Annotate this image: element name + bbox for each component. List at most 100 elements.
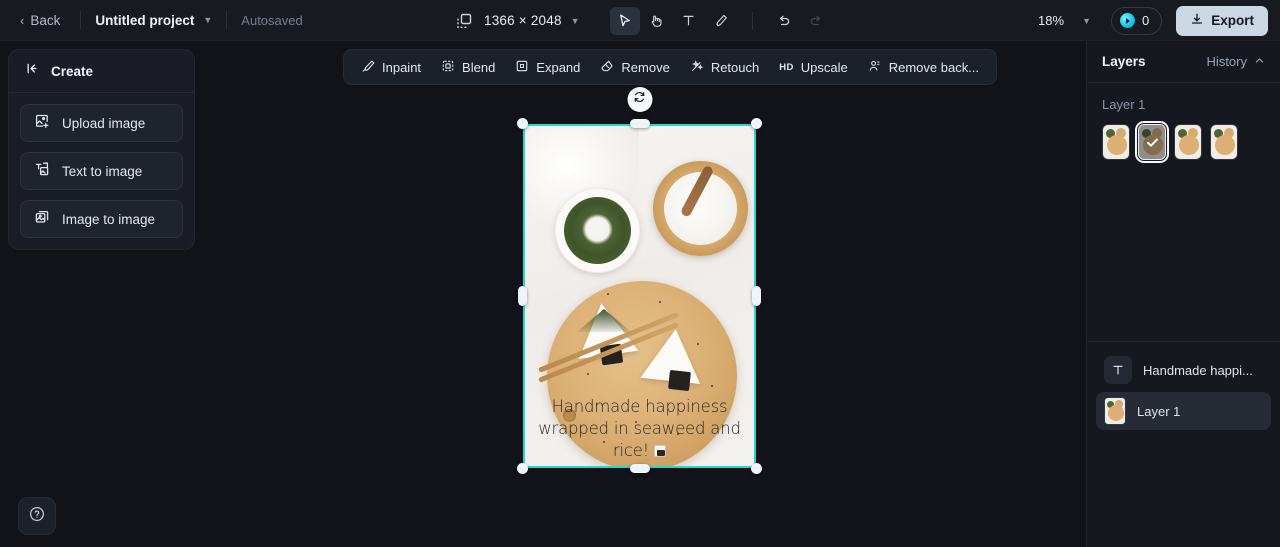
upload-image-button[interactable]: Upload image	[20, 104, 183, 142]
layer-row-image[interactable]: Layer 1	[1096, 392, 1271, 430]
selected-check-overlay	[1139, 125, 1165, 159]
artwork-nori-2	[668, 369, 691, 392]
credits-count: 0	[1142, 13, 1150, 28]
blend-icon	[441, 59, 455, 76]
expand-button[interactable]: Expand	[506, 54, 589, 81]
blend-button[interactable]: Blend	[432, 54, 504, 81]
variations-group-label: Layer 1	[1102, 97, 1146, 112]
export-button[interactable]: Export	[1176, 5, 1268, 36]
remove-label: Remove	[621, 59, 670, 75]
hand-tool[interactable]	[642, 7, 672, 35]
chevron-down-icon[interactable]: ▼	[203, 15, 212, 25]
project-name[interactable]: Untitled project	[95, 13, 194, 28]
artboard-selection[interactable]: Handmade happiness wrapped in seaweed an…	[517, 87, 762, 474]
layers-panel: Layers History Layer 1 Handmade happi...…	[1086, 41, 1280, 547]
resize-handle-top-left[interactable]	[517, 118, 528, 129]
remove-background-icon	[868, 59, 882, 76]
layers-panel-header: Layers History	[1087, 41, 1280, 83]
upscale-label: Upscale	[800, 59, 848, 75]
variation-thumb-2[interactable]	[1135, 121, 1169, 163]
export-label: Export	[1211, 13, 1254, 28]
create-panel-body: Upload image Text to image Image to imag…	[9, 93, 194, 249]
upload-image-icon	[34, 113, 50, 134]
redo-button[interactable]	[801, 7, 831, 35]
blend-label: Blend	[462, 59, 496, 75]
download-icon	[1190, 12, 1204, 29]
history-label: History	[1206, 54, 1247, 69]
layers-panel-title: Layers	[1102, 54, 1146, 69]
remove-button[interactable]: Remove	[591, 54, 678, 81]
resize-handle-bottom-right[interactable]	[751, 463, 762, 474]
back-button[interactable]: ‹ Back	[14, 9, 66, 32]
expand-label: Expand	[536, 59, 581, 75]
top-bar-left: ‹ Back Untitled project ▼ Autosaved	[0, 9, 303, 32]
top-bar: ‹ Back Untitled project ▼ Autosaved 1366…	[0, 0, 1280, 41]
resize-handle-top[interactable]	[629, 119, 650, 128]
text-tool[interactable]	[674, 7, 704, 35]
variation-thumb-1[interactable]	[1102, 124, 1130, 160]
divider-1	[80, 11, 82, 29]
brush-tool[interactable]	[706, 7, 736, 35]
chevron-left-icon: ‹	[20, 12, 25, 28]
collapse-panel-icon[interactable]	[25, 61, 40, 81]
resize-handle-right[interactable]	[752, 286, 761, 306]
hand-icon	[649, 13, 664, 28]
text-t-icon	[681, 13, 696, 28]
credits-badge[interactable]: 0	[1111, 6, 1163, 35]
credits-icon	[1120, 13, 1135, 28]
magic-wand-icon	[690, 59, 704, 76]
retouch-label: Retouch	[710, 59, 760, 75]
layer-row-text[interactable]: Handmade happi...	[1096, 351, 1271, 389]
variations-section: Layer 1	[1087, 83, 1280, 163]
variation-thumb-3[interactable]	[1174, 124, 1202, 160]
rice-ball-emoji	[654, 445, 667, 458]
zoom-level: 18%	[1038, 13, 1065, 28]
autosaved-status: Autosaved	[241, 12, 303, 28]
zoom-control[interactable]: 18% ▼	[1032, 9, 1097, 32]
canvas-dimensions[interactable]: 1366 × 2048	[484, 13, 562, 28]
inpaint-label: Inpaint	[382, 59, 422, 75]
layer-thumbnail	[1104, 397, 1126, 425]
text-to-image-button[interactable]: Text to image	[20, 152, 183, 190]
image-to-image-button[interactable]: Image to image	[20, 200, 183, 238]
artwork-rice-bowl	[653, 161, 748, 256]
upscale-button[interactable]: HD Upscale	[770, 55, 857, 80]
redo-arrow-icon	[808, 13, 824, 29]
retouch-button[interactable]: Retouch	[681, 54, 768, 81]
text-to-image-label: Text to image	[62, 163, 143, 179]
rotate-handle[interactable]	[627, 87, 652, 112]
artwork-furikake-contents	[564, 197, 631, 264]
question-mark-icon	[28, 505, 46, 528]
brush-icon	[713, 13, 728, 28]
text-t-icon	[1104, 356, 1132, 384]
variation-thumbnails	[1102, 121, 1265, 163]
divider-2	[226, 11, 228, 29]
help-button[interactable]	[18, 497, 56, 535]
resize-handle-bottom-left[interactable]	[517, 463, 528, 474]
create-panel-title: Create	[51, 63, 94, 79]
inpaint-button[interactable]: Inpaint	[352, 54, 430, 81]
select-tool[interactable]	[609, 6, 640, 35]
resize-handle-left[interactable]	[518, 286, 527, 306]
create-panel: Create Upload image Text to image Image …	[8, 49, 195, 250]
resize-handle-bottom[interactable]	[629, 464, 650, 473]
variation-thumb-4[interactable]	[1210, 124, 1238, 160]
remove-background-label: Remove back...	[888, 59, 980, 75]
cursor-arrow-icon	[617, 13, 632, 28]
layer-list: Handmade happi... Layer 1	[1087, 351, 1280, 433]
hd-icon: HD	[779, 61, 794, 73]
create-panel-header: Create	[9, 50, 194, 93]
artboard[interactable]: Handmade happiness wrapped in seaweed an…	[523, 124, 756, 468]
inpaint-brush-icon	[361, 59, 375, 76]
text-to-image-icon	[34, 161, 50, 182]
remove-background-button[interactable]: Remove back...	[859, 54, 988, 81]
image-to-image-label: Image to image	[62, 211, 156, 227]
eraser-icon	[600, 59, 614, 76]
canvas-size-chevron-down-icon[interactable]: ▼	[571, 16, 580, 26]
rotate-icon	[633, 90, 647, 109]
history-toggle[interactable]: History	[1207, 53, 1265, 71]
undo-button[interactable]	[769, 7, 799, 35]
artwork-caption[interactable]: Handmade happiness wrapped in seaweed an…	[525, 396, 754, 462]
resize-handle-top-right[interactable]	[751, 118, 762, 129]
zoom-chevron-down-icon: ▼	[1082, 15, 1091, 26]
